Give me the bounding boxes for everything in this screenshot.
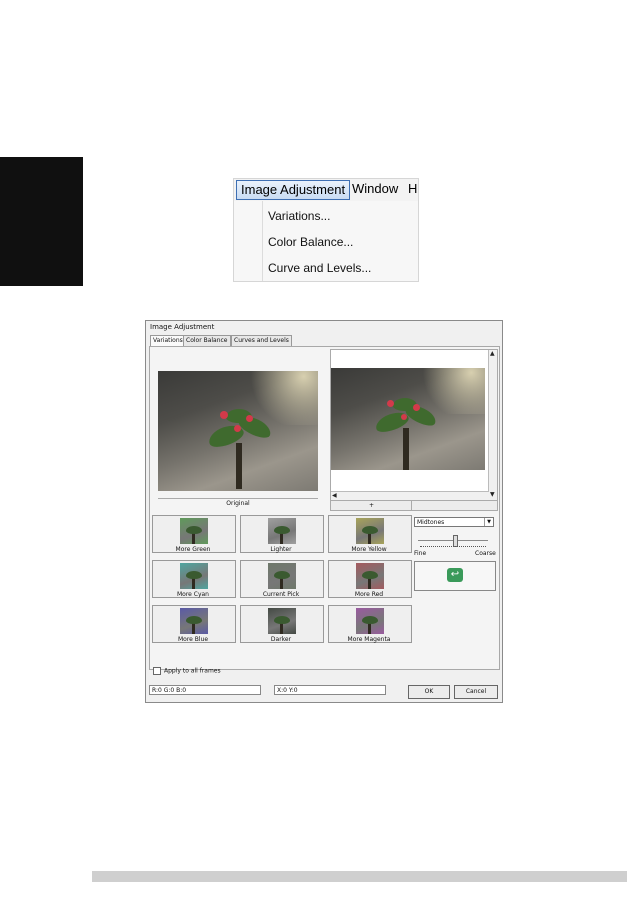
dialog-title: Image Adjustment bbox=[150, 323, 215, 331]
tab-curves-and-levels[interactable]: Curves and Levels bbox=[231, 335, 292, 346]
slider-coarse-label: Coarse bbox=[475, 550, 496, 557]
variation-thumb-image bbox=[356, 563, 384, 589]
variation-label: More Red bbox=[354, 591, 384, 598]
scroll-up-icon[interactable]: ▲ bbox=[490, 351, 495, 357]
variation-label: More Yellow bbox=[351, 546, 387, 553]
scroll-left-icon[interactable]: ◀ bbox=[332, 493, 337, 499]
menu-help[interactable]: H bbox=[404, 180, 418, 198]
chevron-down-icon[interactable]: ▼ bbox=[484, 518, 493, 526]
variation-label: More Green bbox=[175, 546, 211, 553]
menu-item-color-balance[interactable]: Color Balance... bbox=[268, 235, 353, 249]
variation-thumb-image bbox=[180, 518, 208, 544]
variation-thumb-image bbox=[268, 518, 296, 544]
menu-dropdown: Variations... Color Balance... Curve and… bbox=[234, 201, 418, 281]
slider-fine-label: Fine bbox=[414, 550, 427, 557]
chapter-side-tab bbox=[0, 157, 83, 286]
variation-thumb-image bbox=[180, 608, 208, 634]
preview-controls: + bbox=[330, 500, 498, 511]
variation-label: More Cyan bbox=[176, 591, 209, 598]
apply-all-frames-option[interactable]: Apply to all frames bbox=[153, 667, 221, 675]
variation-thumb-image bbox=[356, 608, 384, 634]
menu-image-adjustment[interactable]: Image Adjustment bbox=[236, 180, 351, 200]
variation-label: More Blue bbox=[177, 636, 209, 643]
cancel-button[interactable]: Cancel bbox=[454, 685, 498, 699]
original-label: Original bbox=[158, 498, 318, 508]
slider-ticks bbox=[420, 546, 486, 549]
preview-plus-label[interactable]: + bbox=[369, 501, 374, 510]
original-image-frame bbox=[158, 361, 322, 496]
menu-bar: Image Adjustment Window H bbox=[234, 179, 418, 201]
tone-select-value: Midtones bbox=[417, 519, 445, 526]
footer-bar bbox=[92, 871, 627, 882]
ok-button[interactable]: OK bbox=[408, 685, 450, 699]
variation-thumb-image bbox=[268, 563, 296, 589]
variation-label: Current Pick bbox=[262, 591, 300, 598]
apply-all-checkbox[interactable] bbox=[153, 667, 161, 675]
menu-item-curve-and-levels[interactable]: Curve and Levels... bbox=[268, 261, 371, 275]
image-adjustment-dialog: Image Adjustment Variations Color Balanc… bbox=[145, 320, 503, 703]
menu-window[interactable]: Window bbox=[348, 180, 402, 198]
variations-pane: Original ▲ ▼ ◀ + More Green Lighter More… bbox=[149, 346, 500, 670]
status-rgb: R:0 G:0 B:0 bbox=[149, 685, 261, 695]
tab-color-balance[interactable]: Color Balance bbox=[183, 335, 231, 346]
preview-photo bbox=[331, 368, 485, 470]
undo-button[interactable]: ↩ bbox=[414, 561, 496, 591]
preview-frame: ▲ ▼ ◀ bbox=[330, 349, 498, 501]
menu-screenshot: Image Adjustment Window H Variations... … bbox=[233, 178, 419, 282]
variation-label: Darker bbox=[270, 636, 292, 643]
scroll-down-icon[interactable]: ▼ bbox=[490, 492, 495, 498]
preview-vertical-scrollbar[interactable]: ▲ ▼ bbox=[488, 350, 497, 500]
original-photo bbox=[158, 371, 318, 491]
variation-thumb-image bbox=[180, 563, 208, 589]
preview-horizontal-scrollbar[interactable]: ◀ bbox=[331, 491, 489, 500]
variation-label: More Magenta bbox=[347, 636, 391, 643]
apply-all-label: Apply to all frames bbox=[164, 667, 221, 675]
variation-thumb-image bbox=[268, 608, 296, 634]
undo-arrow-icon: ↩ bbox=[447, 568, 463, 582]
status-xy: X:0 Y:0 bbox=[274, 685, 386, 695]
menu-item-variations[interactable]: Variations... bbox=[268, 209, 330, 223]
variation-thumb-image bbox=[356, 518, 384, 544]
variation-label: Lighter bbox=[270, 546, 292, 553]
tone-select[interactable]: Midtones ▼ bbox=[414, 517, 494, 527]
